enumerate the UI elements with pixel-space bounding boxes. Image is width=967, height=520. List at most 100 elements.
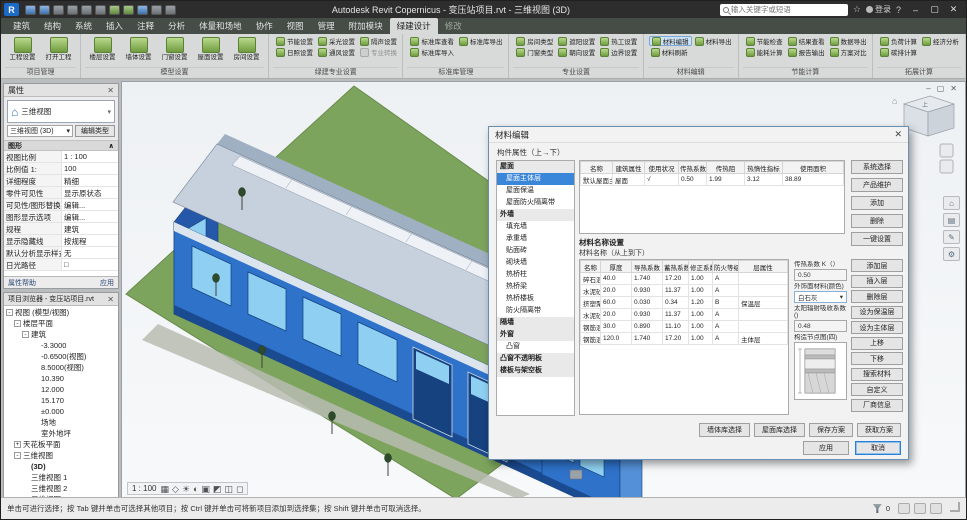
ribbon-tool[interactable]: 能耗计算 xyxy=(744,47,785,57)
help-icon[interactable]: ? xyxy=(896,5,901,15)
ribbon-panel-label[interactable]: 专业设置 xyxy=(513,67,638,78)
component-tree-item[interactable]: 外窗 xyxy=(497,329,574,341)
k-value-field[interactable]: 0.50 xyxy=(794,269,847,281)
column-header[interactable]: 蓄热系数 xyxy=(663,261,689,273)
component-tree-item[interactable]: 楼板与架空板 xyxy=(497,365,574,377)
column-header[interactable]: 传热系数 xyxy=(679,162,707,174)
ribbon-panel-label[interactable]: 项目管理 xyxy=(5,67,76,78)
ribbon-tab[interactable]: 结构 xyxy=(37,18,68,34)
column-header[interactable]: 建筑属性 xyxy=(613,162,645,174)
finish-material-select[interactable]: 白石灰▾ xyxy=(794,291,847,303)
selection-filter[interactable]: 0 xyxy=(873,504,890,513)
ribbon-tool[interactable]: 房间设置 xyxy=(230,36,263,65)
column-header[interactable]: 厚度 xyxy=(601,261,632,273)
component-tree-item[interactable]: 砌块墙 xyxy=(497,257,574,269)
open-icon[interactable] xyxy=(25,5,36,15)
ribbon-tool[interactable]: 报告输出 xyxy=(786,47,827,57)
3d-view-icon[interactable] xyxy=(137,5,148,15)
close-icon[interactable]: ✕ xyxy=(107,86,114,95)
ribbon-tool[interactable]: 标准库查看 xyxy=(408,36,456,46)
ribbon-tool[interactable]: 数据导出 xyxy=(828,36,869,46)
ribbon-tab[interactable]: 修改 xyxy=(438,18,469,34)
browser-tree-item[interactable]: (3D) xyxy=(4,461,118,472)
component-tree-item[interactable]: 凸窗不透明板 xyxy=(497,353,574,365)
help-search-box[interactable] xyxy=(720,4,848,16)
ribbon-tool[interactable]: 负荷计算 xyxy=(878,36,919,46)
tree-expander-icon[interactable]: - xyxy=(14,320,21,327)
property-row[interactable]: 规程建筑 xyxy=(4,223,118,235)
edit-tool-icon[interactable]: ✎ xyxy=(943,230,960,244)
ribbon-tool[interactable]: 采光设置 xyxy=(316,36,357,46)
browser-tree-item[interactable]: 三维视图 1 xyxy=(4,472,118,483)
ribbon-tool[interactable]: 打开工程 xyxy=(42,36,75,65)
ribbon-tool[interactable]: 朝向设置 xyxy=(556,47,597,57)
redo-icon[interactable] xyxy=(81,5,92,15)
search-input[interactable] xyxy=(731,5,845,14)
browser-tree-item[interactable]: -0.6500(视图) xyxy=(4,351,118,362)
view-close-icon[interactable]: ✕ xyxy=(950,84,957,93)
type-selector[interactable]: ⌂ 三维视图 ▾ xyxy=(7,100,115,123)
component-tree-item[interactable]: 贴面砖 xyxy=(497,245,574,257)
dialog-button[interactable]: 插入层 xyxy=(851,275,903,288)
table-row[interactable]: 默认屋面主体层屋面√0.501.993.1238.89 xyxy=(581,174,844,186)
exclude-options-icon[interactable] xyxy=(914,503,926,514)
settings-gear-icon[interactable]: ⚙ xyxy=(943,247,960,261)
material-row[interactable]: 碎石混凝土40.01.74017.201.00A xyxy=(581,273,788,285)
save-icon[interactable] xyxy=(39,5,50,15)
browser-tree-item[interactable]: ±0.000 xyxy=(4,406,118,417)
ribbon-tab[interactable]: 系统 xyxy=(68,18,99,34)
ribbon-tool[interactable]: 方案对比 xyxy=(828,47,869,57)
close-icon[interactable]: ✕ xyxy=(894,129,902,140)
ribbon-tool[interactable]: 标准库导出 xyxy=(457,36,505,46)
ribbon-tool[interactable]: 结果查看 xyxy=(786,36,827,46)
dialog-button[interactable]: 删除层 xyxy=(851,290,903,303)
dialog-button[interactable]: 获取方案 xyxy=(857,423,901,437)
ribbon-tool[interactable]: 遮阳设置 xyxy=(556,36,597,46)
component-tree-item[interactable]: 填充墙 xyxy=(497,221,574,233)
apply-button[interactable]: 应用 xyxy=(803,441,849,455)
property-row[interactable]: 可见性/图形替换编辑... xyxy=(4,199,118,211)
view-control-icon[interactable]: ▣ xyxy=(201,484,210,494)
sync-icon[interactable] xyxy=(53,5,64,15)
close-button[interactable]: ✕ xyxy=(944,2,963,18)
browser-tree-item[interactable]: -3.3000 xyxy=(4,340,118,351)
component-tree-item[interactable]: 隔墙 xyxy=(497,317,574,329)
ribbon-panel-label[interactable]: 模型设置 xyxy=(85,67,264,78)
component-tree-item[interactable]: 承重墙 xyxy=(497,233,574,245)
dialog-button[interactable]: 屋面库选择 xyxy=(754,423,805,437)
dialog-button[interactable]: 自定义 xyxy=(851,383,903,396)
ribbon-tool[interactable]: 工程设置 xyxy=(6,36,39,65)
cancel-button[interactable]: 取消 xyxy=(855,441,901,455)
ribbon-tool[interactable]: 门窗设置 xyxy=(158,36,191,65)
view-control-icon[interactable]: ◻ xyxy=(236,484,243,494)
material-row[interactable]: 钢筋混凝土(整浇)30.00.89011.101.00A xyxy=(581,321,788,333)
pan-tool-icon[interactable] xyxy=(940,160,953,173)
measure-icon[interactable] xyxy=(109,5,120,15)
view-control-icon[interactable]: ☀ xyxy=(182,484,190,494)
ribbon-tool[interactable]: 房间类型 xyxy=(514,36,555,46)
browser-tree-item[interactable]: +天花板平面 xyxy=(4,439,118,450)
ribbon-panel-label[interactable]: 绿建专业设置 xyxy=(273,67,398,78)
ribbon-tool[interactable]: 通风设置 xyxy=(316,47,357,57)
ribbon-tool[interactable]: 墙体设置 xyxy=(122,36,155,65)
column-header[interactable]: 传热阻 xyxy=(707,162,745,174)
ribbon-tool[interactable]: 楼层设置 xyxy=(86,36,119,65)
column-header[interactable]: 名称 xyxy=(581,261,601,273)
dialog-button[interactable]: 系统选择 xyxy=(851,160,903,174)
app-logo-icon[interactable]: R xyxy=(4,3,19,16)
sign-in-button[interactable]: 登录 xyxy=(866,4,891,15)
browser-tree-item[interactable]: 12.000 xyxy=(4,384,118,395)
browser-toggle-icon[interactable]: ▤ xyxy=(943,213,960,227)
ribbon-tab[interactable]: 注释 xyxy=(130,18,161,34)
ribbon-tool[interactable]: 节能检查 xyxy=(744,36,785,46)
ribbon-tool[interactable]: 经济分析 xyxy=(920,36,961,46)
column-header[interactable]: 导热系数 xyxy=(632,261,663,273)
minimize-button[interactable]: – xyxy=(906,2,925,18)
column-header[interactable]: 修正系数 xyxy=(689,261,713,273)
view-control-icon[interactable]: ◩ xyxy=(213,484,222,494)
ribbon-tab[interactable]: 体量和场地 xyxy=(192,18,249,34)
component-tree-item[interactable]: 热桥梁 xyxy=(497,281,574,293)
ribbon-tab[interactable]: 视图 xyxy=(280,18,311,34)
ribbon-tool[interactable]: 材料编辑 xyxy=(649,36,692,46)
apply-button[interactable]: 应用 xyxy=(100,278,114,288)
